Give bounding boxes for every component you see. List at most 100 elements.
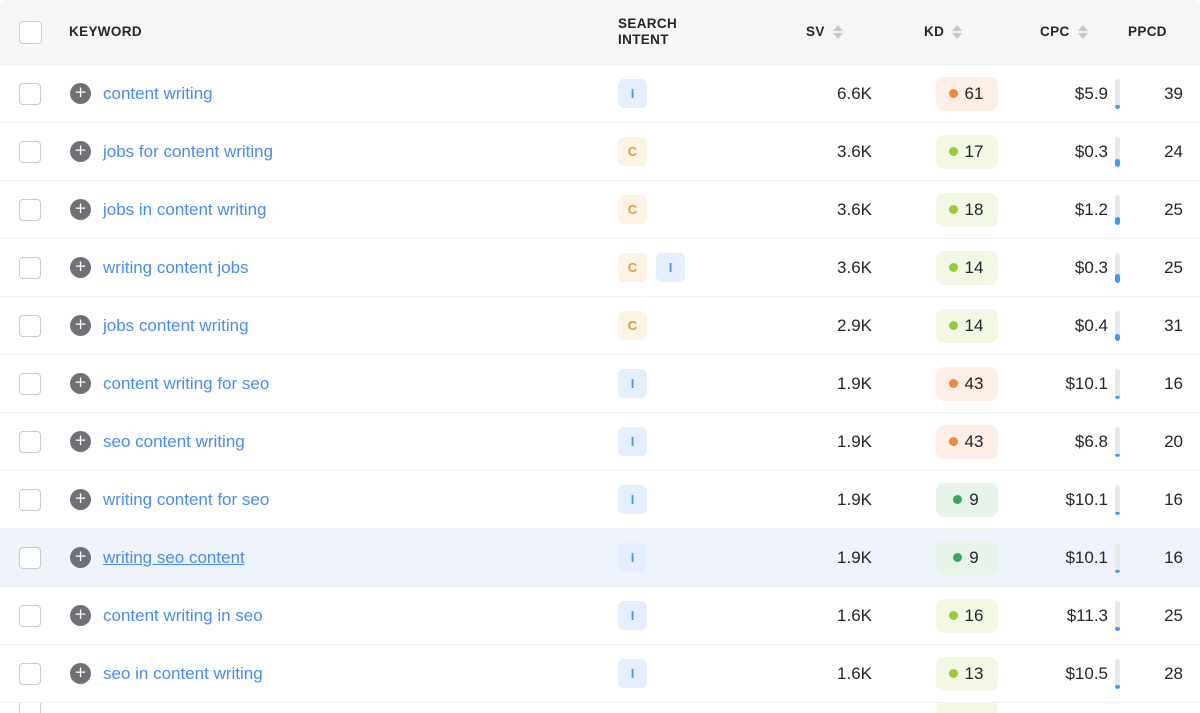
ppcd-value: 25 <box>1164 606 1183 626</box>
row-checkbox[interactable] <box>19 373 41 395</box>
row-checkbox[interactable] <box>19 489 41 511</box>
row-checkbox[interactable] <box>19 257 41 279</box>
column-header-search-intent[interactable]: SEARCH INTENT <box>618 0 778 64</box>
keyword-link[interactable]: jobs in content writing <box>103 200 266 220</box>
keyword-link[interactable]: seo in content writing <box>103 664 263 684</box>
intent-badge-c[interactable]: C <box>618 253 647 282</box>
row-select-cell[interactable] <box>0 471 60 528</box>
add-keyword-icon[interactable]: + <box>70 373 91 394</box>
add-keyword-icon[interactable]: + <box>70 431 91 452</box>
row-select-cell[interactable] <box>0 123 60 180</box>
keyword-link[interactable]: content writing in seo <box>103 606 263 626</box>
row-select-cell[interactable] <box>0 587 60 644</box>
intent-badge-i[interactable]: I <box>656 253 685 282</box>
add-keyword-icon[interactable]: + <box>70 605 91 626</box>
table-row[interactable]: + seo in content writing I 1.6K 13 $10.5… <box>0 645 1200 703</box>
add-keyword-icon[interactable]: + <box>70 489 91 510</box>
keyword-link[interactable]: jobs for content writing <box>103 142 273 162</box>
sort-icon[interactable] <box>952 25 962 39</box>
table-row[interactable]: + content writing I 6.6K 61 $5.9 39 <box>0 65 1200 123</box>
intent-badge-c[interactable]: C <box>618 195 647 224</box>
table-row[interactable]: + writing content jobs CI 3.6K 14 $0.3 2… <box>0 239 1200 297</box>
table-row-partial[interactable] <box>0 703 1200 713</box>
add-keyword-icon[interactable]: + <box>70 315 91 336</box>
row-select-cell[interactable] <box>0 297 60 354</box>
kd-cell: 9 <box>888 471 1018 528</box>
keyword-link[interactable]: seo content writing <box>103 432 245 452</box>
table-row[interactable]: + writing content for seo I 1.9K 9 $10.1… <box>0 471 1200 529</box>
column-header-ppcd[interactable]: PPCD <box>1128 0 1200 64</box>
row-checkbox[interactable] <box>19 199 41 221</box>
intent-badge-c[interactable]: C <box>618 311 647 340</box>
keyword-link[interactable]: writing seo content <box>103 548 245 568</box>
column-header-sv[interactable]: SV <box>778 0 888 64</box>
kd-cell: 14 <box>888 297 1018 354</box>
cpc-cell: $10.1 <box>1018 529 1128 586</box>
table-row[interactable]: + jobs in content writing C 3.6K 18 $1.2… <box>0 181 1200 239</box>
keyword-cell: + seo content writing <box>60 413 618 470</box>
ppcd-cell: 16 <box>1128 529 1200 586</box>
intent-badge-i[interactable]: I <box>618 601 647 630</box>
sort-icon[interactable] <box>833 25 843 39</box>
intent-badge-c[interactable]: C <box>618 137 647 166</box>
column-header-kd-label: KD <box>924 24 944 40</box>
select-all-cell[interactable] <box>0 0 60 64</box>
keyword-link[interactable]: writing content for seo <box>103 490 269 510</box>
keyword-cell: + seo in content writing <box>60 645 618 702</box>
cpc-meter-icon <box>1115 659 1120 689</box>
add-keyword-icon[interactable]: + <box>70 547 91 568</box>
row-select-cell[interactable] <box>0 529 60 586</box>
column-header-cpc[interactable]: CPC <box>1018 0 1128 64</box>
keyword-link[interactable]: content writing <box>103 84 213 104</box>
add-keyword-icon[interactable]: + <box>70 257 91 278</box>
row-select-cell[interactable] <box>0 645 60 702</box>
row-select-cell[interactable] <box>0 355 60 412</box>
intent-badge-i[interactable]: I <box>618 543 647 572</box>
row-select-cell[interactable] <box>0 239 60 296</box>
keyword-link[interactable]: jobs content writing <box>103 316 249 336</box>
kd-cell: 43 <box>888 355 1018 412</box>
column-header-keyword[interactable]: KEYWORD <box>60 0 618 64</box>
ppcd-cell <box>1128 703 1200 713</box>
intent-badge-i[interactable]: I <box>618 79 647 108</box>
row-checkbox[interactable] <box>19 431 41 453</box>
table-row[interactable]: + jobs for content writing C 3.6K 17 $0.… <box>0 123 1200 181</box>
intent-badge-i[interactable]: I <box>618 659 647 688</box>
row-checkbox[interactable] <box>19 663 41 685</box>
ppcd-cell: 31 <box>1128 297 1200 354</box>
row-checkbox[interactable] <box>19 141 41 163</box>
row-select-cell[interactable] <box>0 413 60 470</box>
column-header-cpc-label: CPC <box>1040 24 1070 40</box>
table-row[interactable]: + content writing for seo I 1.9K 43 $10.… <box>0 355 1200 413</box>
column-header-kd[interactable]: KD <box>888 0 1018 64</box>
intent-badge-i[interactable]: I <box>618 369 647 398</box>
intent-badge-i[interactable]: I <box>618 485 647 514</box>
row-checkbox[interactable] <box>19 605 41 627</box>
search-intent-cell: C <box>618 123 778 180</box>
row-select-cell[interactable] <box>0 181 60 238</box>
add-keyword-icon[interactable]: + <box>70 199 91 220</box>
add-keyword-icon[interactable]: + <box>70 83 91 104</box>
keyword-link[interactable]: writing content jobs <box>103 258 249 278</box>
table-row[interactable]: + seo content writing I 1.9K 43 $6.8 20 <box>0 413 1200 471</box>
cpc-meter-icon <box>1115 601 1120 631</box>
add-keyword-icon[interactable]: + <box>70 141 91 162</box>
row-checkbox[interactable] <box>19 315 41 337</box>
row-checkbox[interactable] <box>19 83 41 105</box>
row-select-cell[interactable] <box>0 65 60 122</box>
add-keyword-icon[interactable]: + <box>70 663 91 684</box>
table-row[interactable]: + jobs content writing C 2.9K 14 $0.4 31 <box>0 297 1200 355</box>
cpc-value: $10.1 <box>1065 374 1108 394</box>
intent-badge-i[interactable]: I <box>618 427 647 456</box>
table-row[interactable]: + content writing in seo I 1.6K 16 $11.3… <box>0 587 1200 645</box>
sort-icon[interactable] <box>1078 25 1088 39</box>
row-checkbox[interactable] <box>19 703 41 713</box>
row-checkbox[interactable] <box>19 547 41 569</box>
select-all-checkbox[interactable] <box>19 21 42 44</box>
ppcd-cell: 16 <box>1128 355 1200 412</box>
row-select-cell[interactable] <box>0 703 60 713</box>
keyword-link[interactable]: content writing for seo <box>103 374 269 394</box>
table-row[interactable]: + writing seo content I 1.9K 9 $10.1 16 <box>0 529 1200 587</box>
kd-dot-icon <box>949 611 958 620</box>
sv-value: 1.6K <box>837 606 872 626</box>
